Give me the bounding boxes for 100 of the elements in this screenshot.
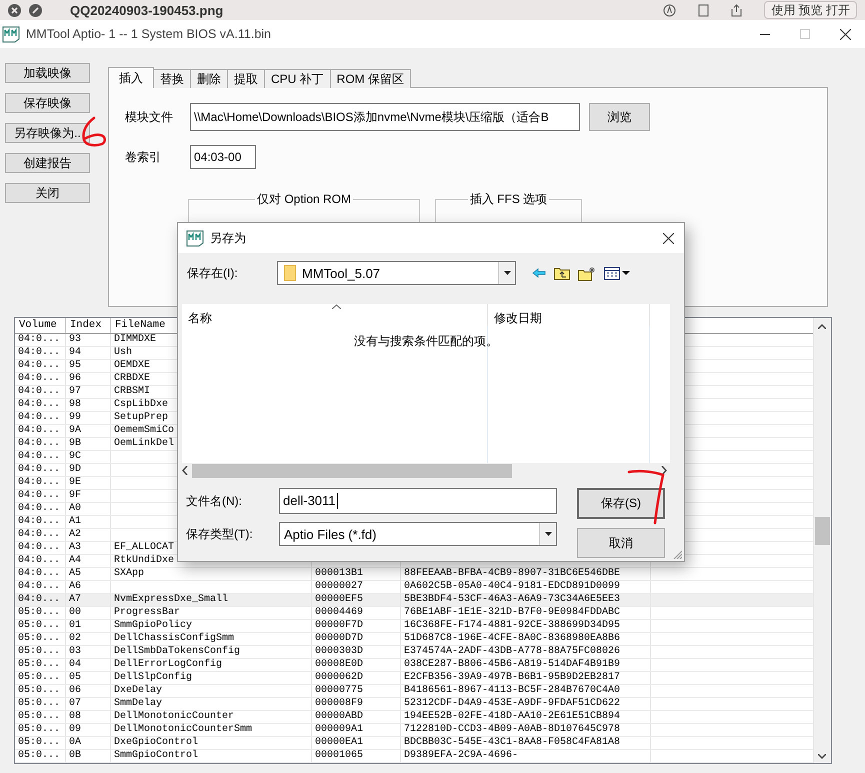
column-header[interactable]: 修改日期 (488, 304, 650, 326)
table-row[interactable]: 05:0... 01 SmmGpioPolicy 00000F7D 16C368FE-F174-4881-92CE-388699D34D95 (15, 620, 813, 633)
file-name-label: 文件名(N): (186, 493, 243, 510)
markup-icon[interactable] (663, 4, 676, 16)
table-cell: 04:0... (15, 529, 66, 541)
table-row[interactable]: 05:0... 05 DellSlpConfig 0000062D E2CFB356-39A9-497B-B6B1-95B9D2EB2817 (15, 672, 813, 685)
table-row[interactable]: 05:0... 03 DellSmbDaTokensConfig 0000303D E374574A-2ADF-43DB-A778-88A75FC08026 (15, 646, 813, 659)
window-title: MMTool Aptio- 1 -- 1 System BIOS vA.11.bin (26, 27, 271, 41)
table-cell: DellChassisConfigSmm (111, 633, 312, 645)
side-button[interactable]: 保存映像 (5, 93, 90, 113)
table-cell: 03 (66, 646, 111, 658)
column-header[interactable]: Volume (15, 318, 66, 333)
sort-caret-icon (332, 304, 341, 309)
scroll-up-icon[interactable] (818, 324, 826, 329)
table-row[interactable]: 05:0... 04 DellErrorLogConfig 00008E0D 038CE287-B806-45B6-A819-514DAF4B91B9 (15, 659, 813, 672)
block-icon[interactable] (29, 4, 42, 16)
table-row[interactable]: 04:0... A7 NvmExpressDxe_Small 00000EF5 5BE3BDF4-53CF-46A3-A6A9-73C34A6E5EE3 (15, 594, 813, 607)
scroll-down-icon[interactable] (818, 754, 826, 759)
scroll-left-icon[interactable] (182, 466, 188, 475)
table-cell: 05:0... (15, 659, 66, 671)
up-folder-icon[interactable] (554, 266, 570, 280)
table-cell: 05:0... (15, 646, 66, 658)
table-row[interactable]: 05:0... 00 ProgressBar 00004469 76BE1ABF-1E1E-321D-B7F0-9E0984FDDABC (15, 607, 813, 620)
file-type-dropdown[interactable]: Aptio Files (*.fd) (279, 522, 557, 546)
table-row[interactable]: 05:0... 02 DellChassisConfigSmm 00000D7D 51D687C8-196E-4CFE-8A0C-8368980EA8B6 (15, 633, 813, 646)
table-cell: SmmDelay (111, 698, 312, 710)
side-button[interactable]: 创建报告 (5, 153, 90, 173)
table-cell: 04:0... (15, 555, 66, 567)
table-cell: SmmGpioControl (111, 750, 312, 762)
share-icon[interactable] (731, 4, 742, 16)
tab[interactable]: 插入 (108, 67, 154, 88)
back-arrow-icon[interactable] (532, 268, 546, 278)
table-cell: DellSmbDaTokensConfig (111, 646, 312, 658)
table-cell: 04:0... (15, 373, 66, 385)
table-row[interactable]: 05:0... 0A DxeGpioControl 00000EA1 BDCBB03C-545E-43C1-8AA8-F058C4FA81A8 (15, 737, 813, 750)
dialog-button[interactable]: 取消 (577, 528, 665, 558)
close-icon[interactable] (663, 232, 674, 244)
table-row[interactable]: 05:0... 09 DellMonotonicCounterSmm 000009A1 7122810D-CCD3-4B09-A0AB-8D107645C978 (15, 724, 813, 737)
table-cell: 99 (66, 412, 111, 424)
side-button[interactable]: 另存映像为.. (5, 123, 90, 143)
table-cell: E374574A-2ADF-43DB-A778-88A75FC08026 (401, 646, 651, 658)
resize-grip-icon[interactable] (672, 549, 682, 559)
view-menu-icon[interactable] (604, 266, 630, 280)
table-cell: 04:0... (15, 490, 66, 502)
tab[interactable]: 提取 (227, 69, 265, 88)
table-cell: 95 (66, 360, 111, 372)
handwritten-mark (627, 468, 667, 526)
table-cell: 038CE287-B806-45B6-A819-514DAF4B91B9 (401, 659, 651, 671)
file-name: QQ20240903-190453.png (70, 2, 224, 18)
scrollbar-thumb[interactable] (192, 464, 512, 478)
open-with-preview-button[interactable]: 使用 预览 打开 (764, 1, 857, 19)
new-folder-icon[interactable] (578, 266, 596, 280)
close-icon[interactable] (8, 4, 21, 16)
table-cell: 05:0... (15, 607, 66, 619)
table-cell: 05:0... (15, 685, 66, 697)
side-button[interactable]: 加载映像 (5, 63, 90, 83)
tab[interactable]: 替换 (153, 69, 191, 88)
table-cell: 7122810D-CCD3-4B09-A0AB-8D107645C978 (401, 724, 651, 736)
document-icon[interactable] (698, 4, 710, 16)
table-cell: 96 (66, 373, 111, 385)
scroll-right-icon[interactable] (661, 466, 667, 475)
column-header[interactable]: Index (66, 318, 111, 333)
table-cell: 05:0... (15, 711, 66, 723)
dialog-button[interactable]: 保存(S) (577, 488, 665, 519)
file-type-label: 保存类型(T): (186, 526, 254, 543)
column-header[interactable]: 名称 (182, 304, 488, 326)
table-row[interactable]: 05:0... 08 DellMonotonicCounter 00000ABD 194EE52B-02FE-418D-AA10-2E61E51CB894 (15, 711, 813, 724)
module-file-field[interactable]: \\Mac\Home\Downloads\BIOS添加nvme\Nvme模块\压缩版（适合B (190, 103, 580, 131)
group-title: 插入 FFS 选项 (468, 191, 548, 208)
browse-button[interactable]: 浏览 (589, 103, 650, 131)
dropdown-arrow-icon[interactable] (504, 271, 510, 275)
save-in-dropdown[interactable]: MMTool_5.07 (277, 261, 516, 285)
tab[interactable]: 删除 (190, 69, 228, 88)
table-cell: 05 (66, 672, 111, 684)
tab[interactable]: CPU 补丁 (264, 69, 331, 88)
volume-index-field[interactable]: 04:03-00 (190, 145, 256, 169)
close-icon[interactable] (840, 28, 851, 40)
tab[interactable]: ROM 保留区 (330, 69, 412, 88)
table-cell: 00000ABD (312, 711, 401, 723)
table-row[interactable]: 05:0... 06 DxeDelay 00000775 B4186561-8967-4113-BC5F-284B7670C4A0 (15, 685, 813, 698)
table-cell: 07 (66, 698, 111, 710)
dropdown-arrow-icon[interactable] (544, 532, 552, 536)
file-name-field[interactable]: dell-3011 (279, 488, 557, 514)
table-cell: 00000EF5 (312, 594, 401, 606)
table-cell: 04:0... (15, 503, 66, 515)
table-cell: DxeDelay (111, 685, 312, 697)
table-cell: 00008E0D (312, 659, 401, 671)
table-cell: 00000EA1 (312, 737, 401, 749)
scrollbar-thumb[interactable] (815, 517, 830, 545)
table-cell: 94 (66, 347, 111, 359)
side-button[interactable]: 关闭 (5, 183, 90, 203)
table-cell: 02 (66, 633, 111, 645)
table-cell: NvmExpressDxe_Small (111, 594, 312, 606)
table-cell: 04:0... (15, 477, 66, 489)
table-cell: 04:0... (15, 464, 66, 476)
table-cell: 00000D7D (312, 633, 401, 645)
table-row[interactable]: 05:0... 0B SmmGpioControl 00001065 D9389EFA-2C9A-4696- (15, 750, 813, 763)
table-cell: 04:0... (15, 334, 66, 346)
table-row[interactable]: 04:0... A5 SXApp 000013B1 88FEEAAB-BFBA-4CB9-8907-31BC6E546DBE (15, 568, 813, 581)
table-row[interactable]: 05:0... 07 SmmDelay 000008F9 52312CDF-D4A9-453E-A9DF-9FDAF51CD622 (15, 698, 813, 711)
